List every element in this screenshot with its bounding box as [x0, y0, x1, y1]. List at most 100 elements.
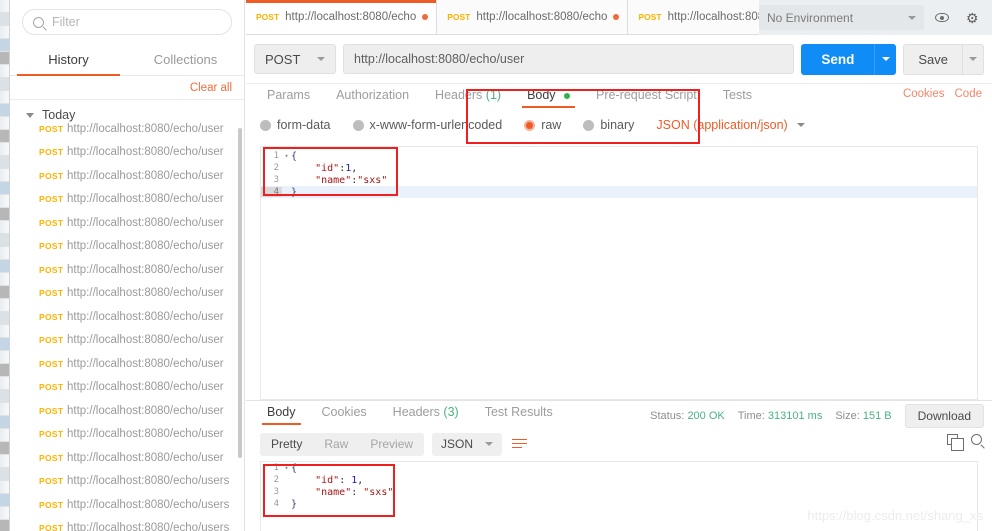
- tab-body[interactable]: Body: [514, 84, 583, 108]
- history-item[interactable]: POST http://localhost:8080/echo/user: [10, 376, 244, 400]
- history-list[interactable]: POST http://localhost:8080/echo/user POST h…: [10, 117, 244, 531]
- request-tab[interactable]: POST http://localhost:8080/echo: [437, 0, 629, 34]
- status-badge: 200 OK: [687, 410, 725, 422]
- history-item[interactable]: POST http://localhost:8080/echo/users: [10, 517, 244, 531]
- history-item[interactable]: POST http://localhost:8080/echo/user: [10, 423, 244, 447]
- view-mode-pretty[interactable]: Pretty: [260, 437, 313, 451]
- response-format-select[interactable]: JSON: [432, 432, 503, 456]
- history-item-url: http://localhost:8080/echo/user: [67, 193, 224, 206]
- url-input[interactable]: http://localhost:8080/echo/user: [343, 44, 795, 74]
- http-method-select[interactable]: POST: [254, 44, 336, 74]
- status-group: Status: 200 OK: [650, 410, 725, 422]
- tab-headers-label: Headers: [435, 88, 483, 102]
- sidebar-tab-history[interactable]: History: [10, 46, 127, 76]
- send-button[interactable]: Send: [801, 43, 875, 75]
- sidebar: Filter History Collections Clear all Tod…: [10, 0, 245, 531]
- history-item[interactable]: POST http://localhost:8080/echo/user: [10, 164, 244, 188]
- radio-raw[interactable]: raw: [524, 118, 561, 132]
- history-item[interactable]: POST http://localhost:8080/echo/user: [10, 399, 244, 423]
- history-item[interactable]: POST http://localhost:8080/echo/users: [10, 493, 244, 517]
- save-button[interactable]: Save: [903, 43, 963, 75]
- eye-icon: [935, 13, 949, 22]
- request-tab[interactable]: POST http://localhost:8080/echo: [246, 0, 438, 34]
- sidebar-scrollbar[interactable]: [238, 128, 242, 458]
- history-item[interactable]: POST http://localhost:8080/echo/user: [10, 235, 244, 259]
- response-tab-cookies[interactable]: Cookies: [309, 401, 380, 425]
- history-item[interactable]: POST http://localhost:8080/echo/users: [10, 470, 244, 494]
- response-body-code[interactable]: 1 ▾{2 "id": 1, 3 "name": "sxs" 4}: [261, 462, 977, 510]
- response-tab-body[interactable]: Body: [254, 401, 309, 425]
- radio-form-data[interactable]: form-data: [260, 118, 331, 132]
- radio-binary[interactable]: binary: [583, 118, 634, 132]
- clear-all-button[interactable]: Clear all: [190, 82, 232, 94]
- history-item[interactable]: POST http://localhost:8080/echo/user: [10, 282, 244, 306]
- fold-toggle-icon[interactable]: ▾: [282, 152, 291, 160]
- environment-area: No Environment ⚙: [759, 0, 992, 35]
- history-item[interactable]: POST http://localhost:8080/echo/user: [10, 188, 244, 212]
- tab-headers[interactable]: Headers (1): [422, 84, 514, 108]
- search-input[interactable]: Filter: [22, 9, 232, 35]
- bg-row: [0, 468, 9, 481]
- response-tab-headers[interactable]: Headers (3): [380, 401, 472, 425]
- clear-all-row: Clear all: [10, 76, 244, 100]
- body-present-dot-icon: [564, 92, 571, 99]
- history-item-method: POST: [39, 241, 64, 252]
- view-mode-preview[interactable]: Preview: [359, 437, 424, 451]
- environment-selector[interactable]: No Environment: [759, 5, 924, 30]
- history-item-method: POST: [39, 170, 64, 181]
- history-item-method: POST: [39, 499, 64, 510]
- request-body-code[interactable]: 1 ▾{2 "id":1, 3 "name":"sxs" 4}: [261, 147, 977, 198]
- send-options-button[interactable]: [874, 43, 897, 75]
- word-wrap-icon[interactable]: [512, 438, 528, 451]
- history-item[interactable]: POST http://localhost:8080/echo/user: [10, 141, 244, 165]
- save-options-button[interactable]: [963, 43, 984, 75]
- settings-button[interactable]: ⚙: [960, 5, 986, 30]
- radio-binary-label: binary: [600, 118, 635, 132]
- tab-authorization-label: Authorization: [336, 88, 410, 102]
- code-text: {: [291, 462, 298, 474]
- history-item-url: http://localhost:8080/echo/user: [67, 169, 224, 182]
- history-item[interactable]: POST http://localhost:8080/echo/user: [10, 446, 244, 470]
- tab-params[interactable]: Params: [254, 84, 323, 108]
- request-body-editor[interactable]: 1 ▾{2 "id":1, 3 "name":"sxs" 4}: [260, 146, 978, 400]
- code-link[interactable]: Code: [955, 88, 983, 100]
- copy-icon[interactable]: [947, 434, 964, 451]
- cookies-code-links: Cookies Code: [903, 88, 982, 100]
- response-tab-headers-label: Headers: [392, 405, 440, 419]
- history-item[interactable]: POST http://localhost:8080/echo/user: [10, 258, 244, 282]
- tab-tests[interactable]: Tests: [710, 84, 765, 108]
- view-mode-raw[interactable]: Raw: [313, 437, 359, 451]
- response-section-tabs: Body Cookies Headers (3) Test Results St…: [246, 401, 992, 430]
- time-value: 313101 ms: [767, 410, 823, 422]
- history-item-url: http://localhost:8080/echo/user: [67, 451, 224, 464]
- history-item[interactable]: POST http://localhost:8080/echo/user: [10, 305, 244, 329]
- code-line: 3 "name":"sxs": [261, 174, 977, 186]
- environment-quick-look-button[interactable]: [929, 5, 955, 30]
- response-tab-test-results[interactable]: Test Results: [472, 401, 566, 425]
- bg-row: [0, 0, 9, 13]
- content-type-select[interactable]: JSON (application/json): [656, 118, 805, 132]
- tab-headers-count: (1): [485, 88, 502, 102]
- url-bar: POST http://localhost:8080/echo/user Sen…: [246, 35, 992, 84]
- bg-row: [0, 403, 9, 416]
- search-icon[interactable]: [971, 434, 982, 445]
- tab-pre-request-script[interactable]: Pre-request Script: [583, 84, 710, 108]
- tab-authorization[interactable]: Authorization: [323, 84, 422, 108]
- radio-x-www-form-urlencoded[interactable]: x-www-form-urlencoded: [352, 118, 502, 132]
- history-item[interactable]: POST http://localhost:8080/echo/user: [10, 117, 244, 141]
- response-body-editor[interactable]: 1 ▾{2 "id": 1, 3 "name": "sxs" 4}: [260, 461, 978, 531]
- history-item[interactable]: POST http://localhost:8080/echo/user: [10, 211, 244, 235]
- download-button[interactable]: Download: [904, 404, 984, 428]
- history-item[interactable]: POST http://localhost:8080/echo/user: [10, 352, 244, 376]
- history-item-url: http://localhost:8080/echo/user: [67, 122, 224, 135]
- history-item-method: POST: [39, 476, 64, 487]
- bg-row: [0, 143, 9, 156]
- chevron-down-icon: [796, 123, 805, 127]
- history-item[interactable]: POST http://localhost:8080/echo/user: [10, 329, 244, 353]
- sidebar-tab-collections[interactable]: Collections: [127, 46, 244, 75]
- fold-toggle-icon[interactable]: ▾: [282, 464, 291, 472]
- request-tab-strip: POST http://localhost:8080/echo POST htt…: [246, 0, 992, 35]
- history-item-url: http://localhost:8080/echo/user: [67, 310, 224, 323]
- code-line: 2 "id": 1,: [261, 474, 977, 486]
- cookies-link[interactable]: Cookies: [903, 88, 945, 100]
